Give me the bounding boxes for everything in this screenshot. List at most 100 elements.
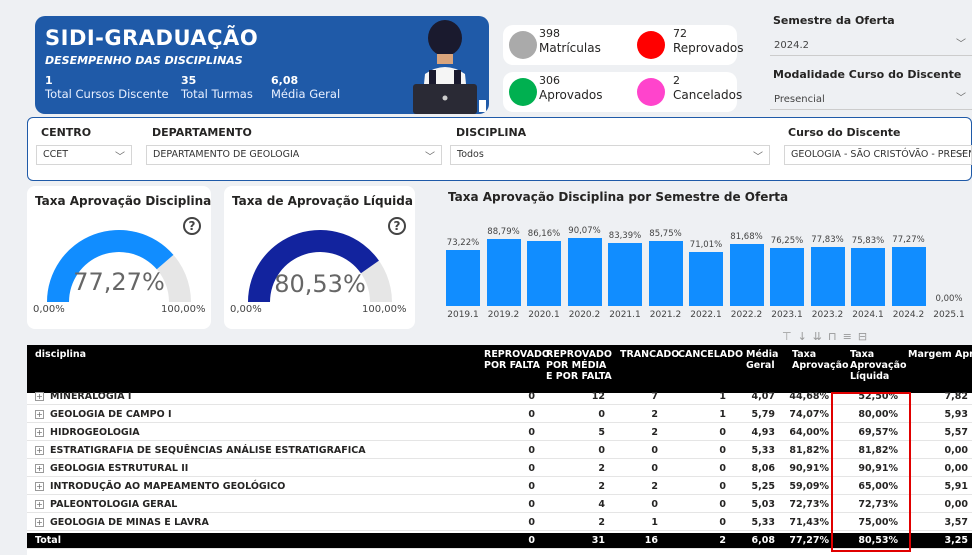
- row-cell: 2: [598, 481, 605, 492]
- x-tick-label: 2019.1: [447, 310, 479, 320]
- curso-dropdown[interactable]: GEOLOGIA - SÃO CRISTÓVÃO - PRESENCI...﹀: [784, 145, 972, 165]
- row-disciplina: + PALEONTOLOGIA GERAL: [35, 499, 178, 510]
- expand-icon[interactable]: +: [35, 500, 44, 509]
- row-cell: 0,00: [944, 499, 968, 510]
- col-media-geral[interactable]: Média Geral: [746, 349, 786, 371]
- col-disciplina[interactable]: disciplina: [35, 349, 86, 360]
- x-tick-label: 2025.1: [933, 310, 965, 320]
- row-cell: 2: [598, 517, 605, 528]
- row-cell: 2: [651, 481, 658, 492]
- bar-value-label: 86,16%: [527, 228, 561, 239]
- row-cell: 71,43%: [789, 517, 829, 528]
- row-disciplina: + GEOLOGIA DE CAMPO I: [35, 409, 172, 420]
- row-cell: 8,06: [751, 463, 775, 474]
- gauge2-min: 0,00%: [230, 304, 262, 315]
- expand-icon[interactable]: +: [35, 410, 44, 419]
- bar-2022.2[interactable]: [729, 243, 764, 306]
- expand-icon[interactable]: +: [35, 482, 44, 491]
- row-cell: 5,33: [751, 517, 775, 528]
- col-reprovado-media[interactable]: REPROVADO POR MÉDIA E POR FALTA: [546, 349, 616, 382]
- row-disciplina: + MINERALOGIA I: [35, 391, 132, 402]
- row-cell: 5,03: [751, 499, 775, 510]
- row-cell: 0,00: [944, 445, 968, 456]
- row-cell: 0,00: [944, 463, 968, 474]
- bar-2019.2[interactable]: [486, 238, 521, 306]
- matriculas-value: 398: [539, 27, 560, 40]
- row-cell: 0: [719, 427, 726, 438]
- expand-icon[interactable]: +: [35, 446, 44, 455]
- bar-value-label: 90,07%: [568, 225, 601, 236]
- row-cell: 5,93: [944, 409, 968, 420]
- centro-dropdown[interactable]: CCET ﹀: [36, 145, 132, 165]
- x-tick-label: 2023.1: [771, 310, 803, 320]
- bar-2024.2[interactable]: [891, 247, 926, 306]
- chevron-down-icon: ﹀: [955, 152, 965, 163]
- row-cell: 1: [719, 391, 726, 402]
- table-header: disciplina REPROVADO POR FALTA REPROVADO…: [27, 345, 972, 393]
- row-cell: 2: [598, 463, 605, 474]
- bar-value-label: 71,01%: [689, 240, 723, 251]
- departamento-dropdown[interactable]: DEPARTAMENTO DE GEOLOGIA ﹀: [146, 145, 442, 165]
- gauge2-max: 100,00%: [362, 304, 407, 315]
- x-tick-label: 2023.2: [811, 310, 844, 320]
- modalidade-dropdown[interactable]: Presencial ﹀: [770, 90, 972, 110]
- bar-2021.2[interactable]: [648, 240, 683, 306]
- expand-icon[interactable]: +: [35, 428, 44, 437]
- row-cell: 74,07%: [789, 409, 829, 420]
- bar-2019.1[interactable]: [446, 250, 480, 306]
- row-cell: 2: [719, 535, 726, 546]
- col-margem[interactable]: Margem Aprovação Líq: [908, 349, 972, 360]
- row-cell: 64,00%: [789, 427, 829, 438]
- green-dot-icon: [509, 78, 537, 106]
- gauge1-min: 0,00%: [33, 304, 65, 315]
- row-cell: 0: [528, 481, 535, 492]
- row-cell: 0: [719, 517, 726, 528]
- bar-2020.1[interactable]: [527, 240, 561, 306]
- row-cell: 0: [528, 463, 535, 474]
- chevron-down-icon: ﹀: [753, 152, 763, 163]
- bar-value-label: 88,79%: [487, 226, 520, 237]
- dashboard-header: SIDI-GRADUAÇÃO DESEMPENHO DAS DISCIPLINA…: [35, 16, 489, 114]
- bar-2023.1[interactable]: [770, 248, 804, 306]
- visual-toolbar[interactable]: ⊤↓⇊⊓≡⊟: [782, 330, 873, 343]
- row-disciplina: + INTRODUÇÃO AO MAPEAMENTO GEOLÓGICO: [35, 481, 286, 492]
- row-cell: 0: [528, 535, 535, 546]
- semestre-slicer-title: Semestre da Oferta: [773, 14, 895, 27]
- grey-dot-icon: [509, 31, 537, 59]
- row-cell: 7,82: [944, 391, 968, 402]
- bar-value-label: 77,27%: [892, 235, 925, 246]
- bar-2023.2[interactable]: [810, 246, 845, 306]
- bar-2022.1[interactable]: [689, 252, 723, 306]
- x-tick-label: 2024.2: [892, 310, 925, 320]
- col-trancado[interactable]: TRANCADO: [620, 349, 679, 360]
- disciplina-label: DISCIPLINA: [456, 126, 527, 139]
- gauge2-value: 80,53%: [274, 270, 366, 298]
- curso-label: Curso do Discente: [788, 126, 901, 139]
- expand-icon[interactable]: +: [35, 464, 44, 473]
- semestre-dropdown[interactable]: 2024.2 ﹀: [770, 36, 972, 56]
- bar-2021.1[interactable]: [608, 242, 642, 306]
- col-taxa-aprovacao[interactable]: Taxa Aprovação: [792, 349, 849, 371]
- col-taxa-liquida[interactable]: Taxa Aprovação Líquida: [850, 349, 907, 382]
- kpi-total-turmas: 35 Total Turmas: [181, 74, 253, 101]
- expand-icon[interactable]: +: [35, 518, 44, 527]
- stat-card-matriculas: 398 Matrículas 72 Reprovados: [503, 25, 743, 65]
- row-disciplina: + GEOLOGIA DE MINAS E LAVRA: [35, 517, 209, 528]
- row-cell: 3,57: [944, 517, 968, 528]
- bar-2024.1[interactable]: [851, 248, 885, 306]
- row-cell: 44,68%: [789, 391, 829, 402]
- row-cell: 6,08: [751, 535, 775, 546]
- col-cancelado[interactable]: CANCELADO: [678, 349, 743, 360]
- gauge-card-aprovacao: Taxa Aprovação Disciplina ? 77,27% 0,00%…: [27, 186, 211, 329]
- cancelados-value: 2: [673, 74, 680, 87]
- bar-2020.2[interactable]: [567, 237, 602, 306]
- row-cell: 5,33: [751, 445, 775, 456]
- disciplina-dropdown[interactable]: Todos ﹀: [450, 145, 770, 165]
- kpi-total-cursos: 1 Total Cursos Discente: [45, 74, 169, 101]
- kpi-media-geral: 6,08 Média Geral: [271, 74, 341, 101]
- expand-icon[interactable]: +: [35, 392, 44, 401]
- col-reprovado-falta[interactable]: REPROVADO POR FALTA: [484, 349, 550, 371]
- row-cell: 0: [528, 499, 535, 510]
- row-cell: 77,27%: [789, 535, 829, 546]
- row-cell: 0: [719, 499, 726, 510]
